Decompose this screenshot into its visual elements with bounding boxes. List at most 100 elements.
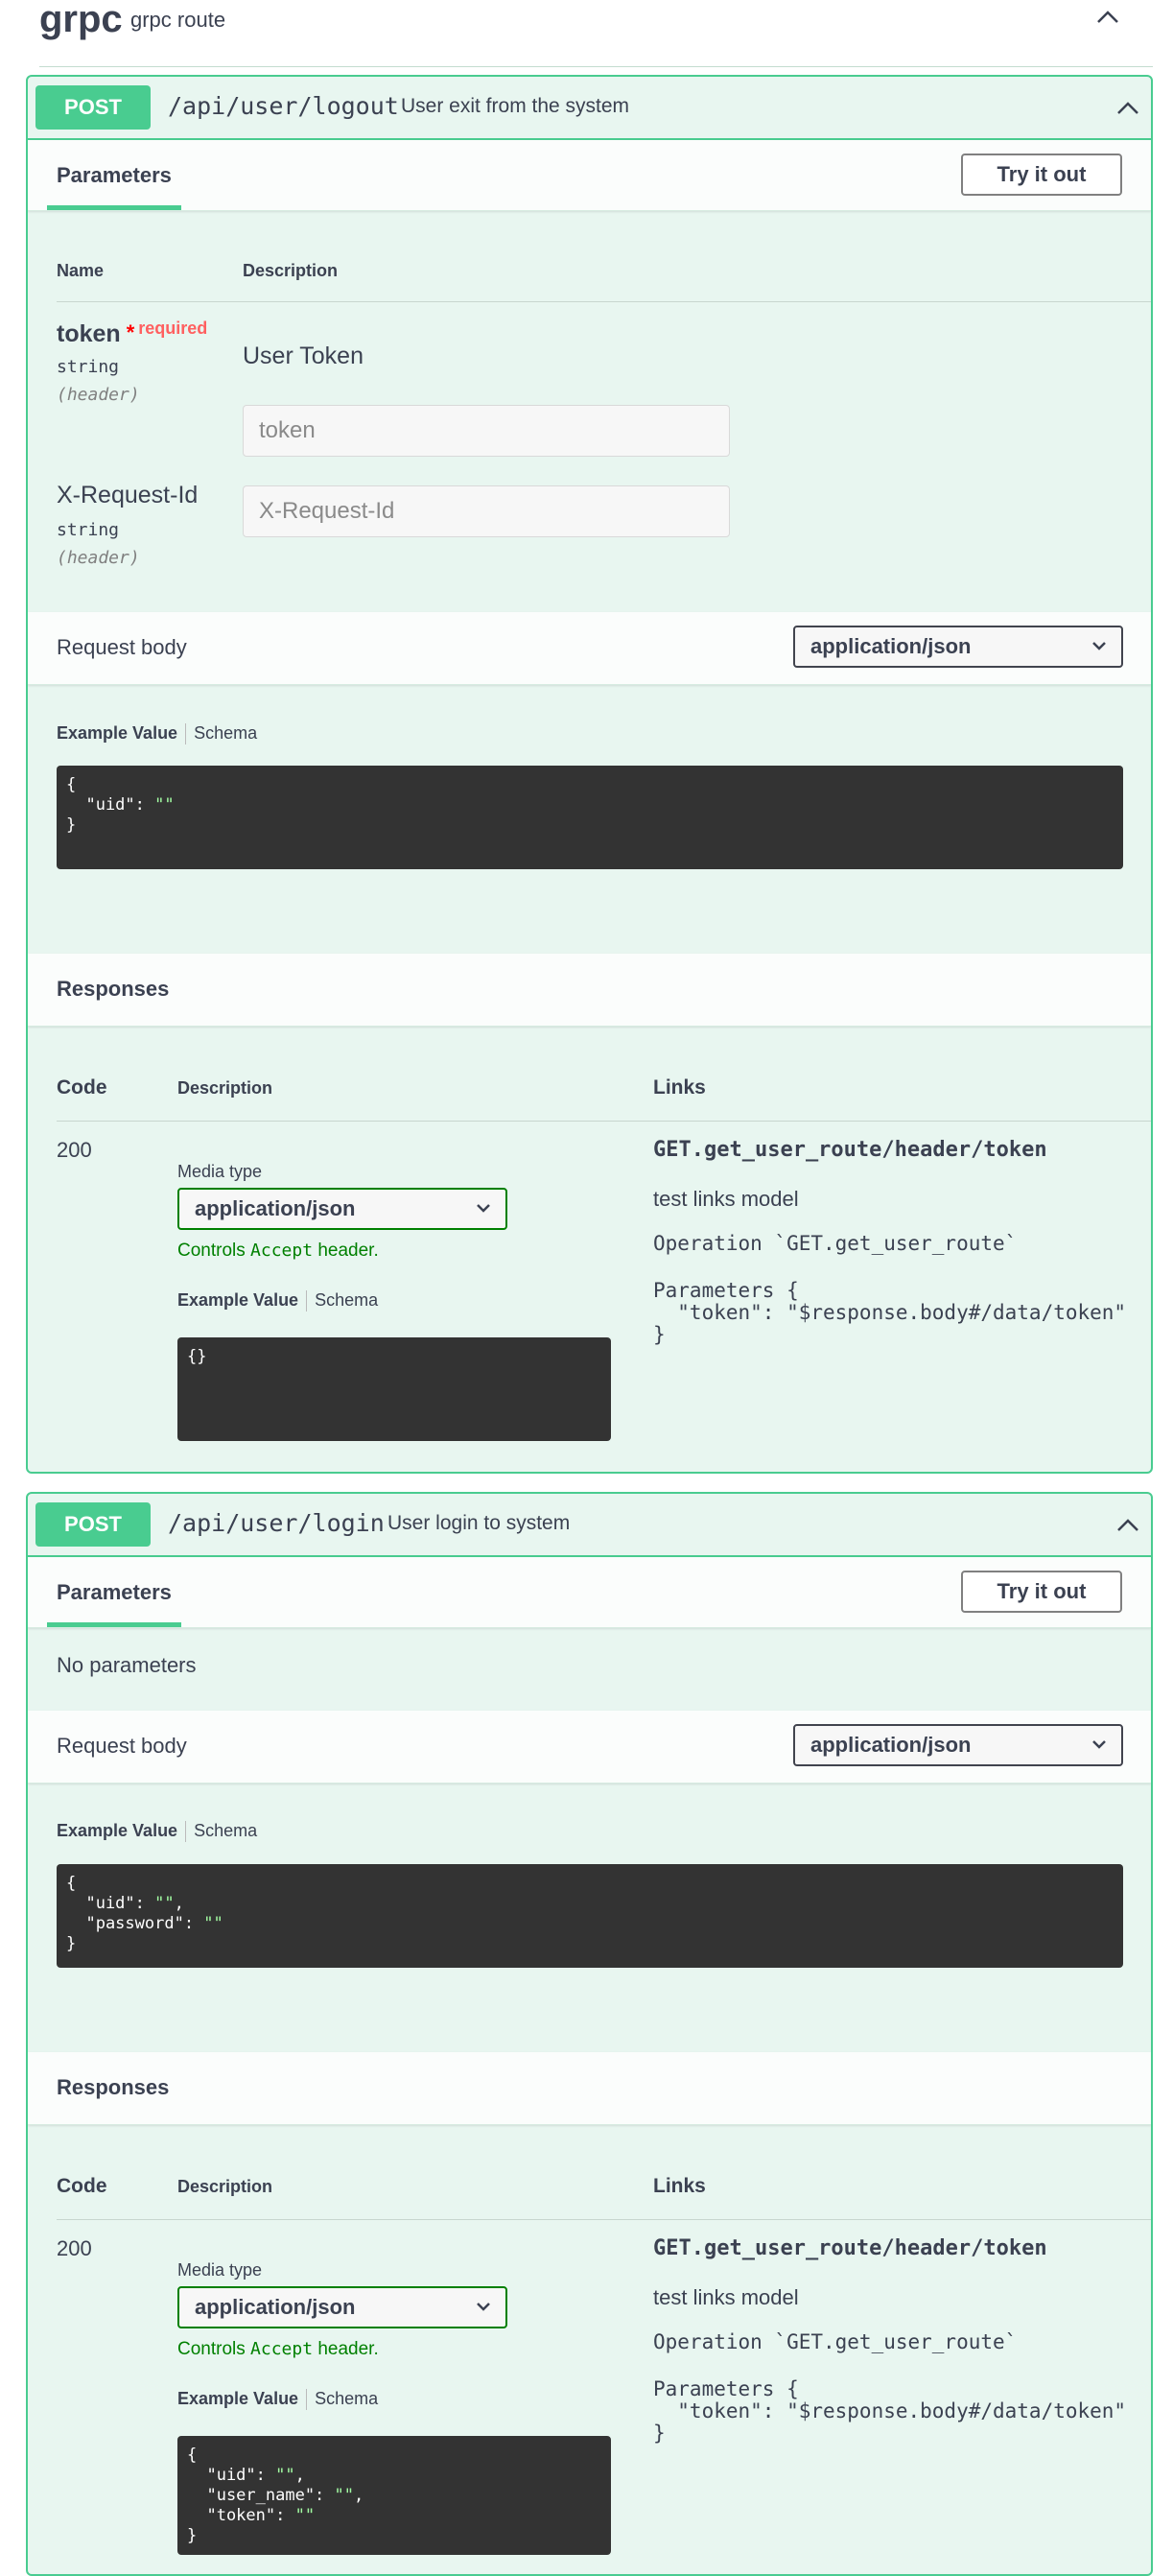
tab-underline (47, 205, 181, 210)
resp-header-code: Code (57, 1076, 107, 1099)
code-line: { (187, 2446, 198, 2465)
link-operation-line: Operation `GET.get_user_route` (653, 2330, 1018, 2353)
param-description: User Token (243, 343, 364, 369)
chevron-up-icon[interactable] (1114, 95, 1141, 122)
link-operation-line: Operation `GET.get_user_route` (653, 1232, 1018, 1255)
code-line: "token": "" (187, 2506, 316, 2525)
link-description: test links model (653, 2285, 799, 2309)
select-value: application/json (810, 1733, 972, 1757)
responses-header: Responses (28, 954, 1151, 1027)
chevron-down-icon (477, 2303, 490, 2311)
request-example-code: { "uid": "" } (57, 766, 1123, 869)
param-header-description: Description (243, 261, 339, 280)
code-line: Parameters { (653, 2377, 799, 2400)
request-content-type-select[interactable]: application/json (793, 1724, 1123, 1766)
param-location: (header) (57, 385, 140, 405)
code-line: Parameters { (653, 1279, 799, 1302)
method-badge: POST (35, 85, 151, 130)
chevron-down-icon (1092, 1740, 1106, 1749)
param-type: string (57, 357, 120, 377)
method-badge: POST (35, 1502, 151, 1547)
select-value: application/json (195, 1196, 356, 1220)
divider (57, 301, 1151, 302)
note-text: Controls (177, 1241, 251, 1261)
code-line: { (66, 1874, 77, 1893)
note-text: header. (313, 2339, 379, 2359)
tab-example-value[interactable]: Example Value (177, 1290, 298, 1310)
code-line: {} (187, 1347, 207, 1366)
tag-name: grpc (39, 0, 123, 40)
request-body-label: Request body (57, 1734, 187, 1758)
example-tabs: Example Value Schema (57, 1821, 257, 1843)
code-line: } (187, 2526, 198, 2545)
media-type-label: Media type (177, 1162, 263, 1181)
resp-header-description: Description (177, 1078, 273, 1098)
operation-summary: User login to system (387, 1512, 571, 1534)
token-input[interactable]: token (243, 405, 730, 457)
code-line: "password": "" (66, 1914, 223, 1933)
tab-schema[interactable]: Schema (315, 2389, 378, 2408)
tab-parameters[interactable]: Parameters (57, 163, 172, 188)
request-example-code: { "uid": "", "password": "" } (57, 1864, 1123, 1968)
link-parameters: Parameters { "token": "$response.body#/d… (653, 2378, 1126, 2445)
code-line: "user_name": "", (187, 2486, 364, 2505)
operation-path: /api/user/login (168, 1509, 385, 1537)
code-line: } (66, 815, 77, 835)
param-name-token: token * required (57, 319, 207, 348)
tab-example-value[interactable]: Example Value (57, 723, 177, 743)
divider (57, 2219, 1151, 2220)
operation-summary: User exit from the system (401, 95, 630, 117)
try-it-out-button[interactable]: Try it out (961, 1571, 1122, 1613)
note-code: Accept (250, 1241, 314, 1261)
x-request-id-input[interactable]: X-Request-Id (243, 485, 730, 537)
responses-title: Responses (57, 2075, 170, 2099)
divider (57, 1121, 1151, 1122)
param-name-x-request-id: X-Request-Id (57, 482, 199, 508)
code-line: "token": "$response.body#/data/token" (653, 1301, 1127, 1324)
request-body-header: Request body application/json (28, 1711, 1151, 1784)
code-line: "uid": "", (66, 1894, 184, 1913)
tag-header[interactable]: grpc grpc route (39, 0, 1153, 67)
try-it-out-button[interactable]: Try it out (961, 154, 1122, 196)
chevron-up-icon[interactable] (1114, 1512, 1141, 1539)
tab-schema[interactable]: Schema (194, 1821, 257, 1840)
example-tabs: Example Value Schema (57, 723, 257, 745)
example-tabs: Example Value Schema (177, 2389, 378, 2411)
opblock-summary[interactable]: POST /api/user/login User login to syste… (28, 1494, 1151, 1557)
opblock-summary[interactable]: POST /api/user/logout User exit from the… (28, 77, 1151, 140)
resp-header-links: Links (653, 1076, 706, 1099)
tab-parameters[interactable]: Parameters (57, 1580, 172, 1605)
request-body-label: Request body (57, 635, 187, 659)
tab-underline (47, 1622, 181, 1627)
resp-header-code: Code (57, 2175, 107, 2197)
request-content-type-select[interactable]: application/json (793, 626, 1123, 668)
controls-accept-note: Controls Accept header. (177, 2339, 379, 2360)
response-media-type-select[interactable]: application/json (177, 2286, 507, 2328)
parameters-header: Parameters Try it out (28, 140, 1151, 211)
resp-header-description: Description (177, 2177, 273, 2196)
code-line: "token": "$response.body#/data/token" (653, 2399, 1127, 2422)
code-line: "uid": "" (66, 795, 175, 815)
chevron-up-icon[interactable] (1094, 4, 1121, 31)
note-text: header. (313, 1241, 379, 1261)
param-header-name: Name (57, 261, 105, 280)
resp-header-links: Links (653, 2175, 706, 2197)
controls-accept-note: Controls Accept header. (177, 1241, 379, 1262)
link-operation: GET.get_user_route/header/token (653, 1138, 1047, 1162)
link-description: test links model (653, 1187, 799, 1211)
operation-path: /api/user/logout (168, 92, 399, 120)
response-media-type-select[interactable]: application/json (177, 1188, 507, 1230)
tab-schema[interactable]: Schema (315, 1290, 378, 1310)
opblock-logout: POST /api/user/logout User exit from the… (26, 75, 1153, 1474)
link-parameters: Parameters { "token": "$response.body#/d… (653, 1280, 1126, 1346)
tab-example-value[interactable]: Example Value (177, 2389, 298, 2408)
example-tabs: Example Value Schema (177, 1290, 378, 1312)
no-parameters-text: No parameters (57, 1653, 197, 1677)
tab-schema[interactable]: Schema (194, 723, 257, 743)
parameters-header: Parameters Try it out (28, 1557, 1151, 1628)
chevron-down-icon (1092, 642, 1106, 650)
opblock-login: POST /api/user/login User login to syste… (26, 1492, 1153, 2576)
tab-example-value[interactable]: Example Value (57, 1821, 177, 1840)
request-body-header: Request body application/json (28, 612, 1151, 685)
code-line: } (653, 2422, 666, 2445)
